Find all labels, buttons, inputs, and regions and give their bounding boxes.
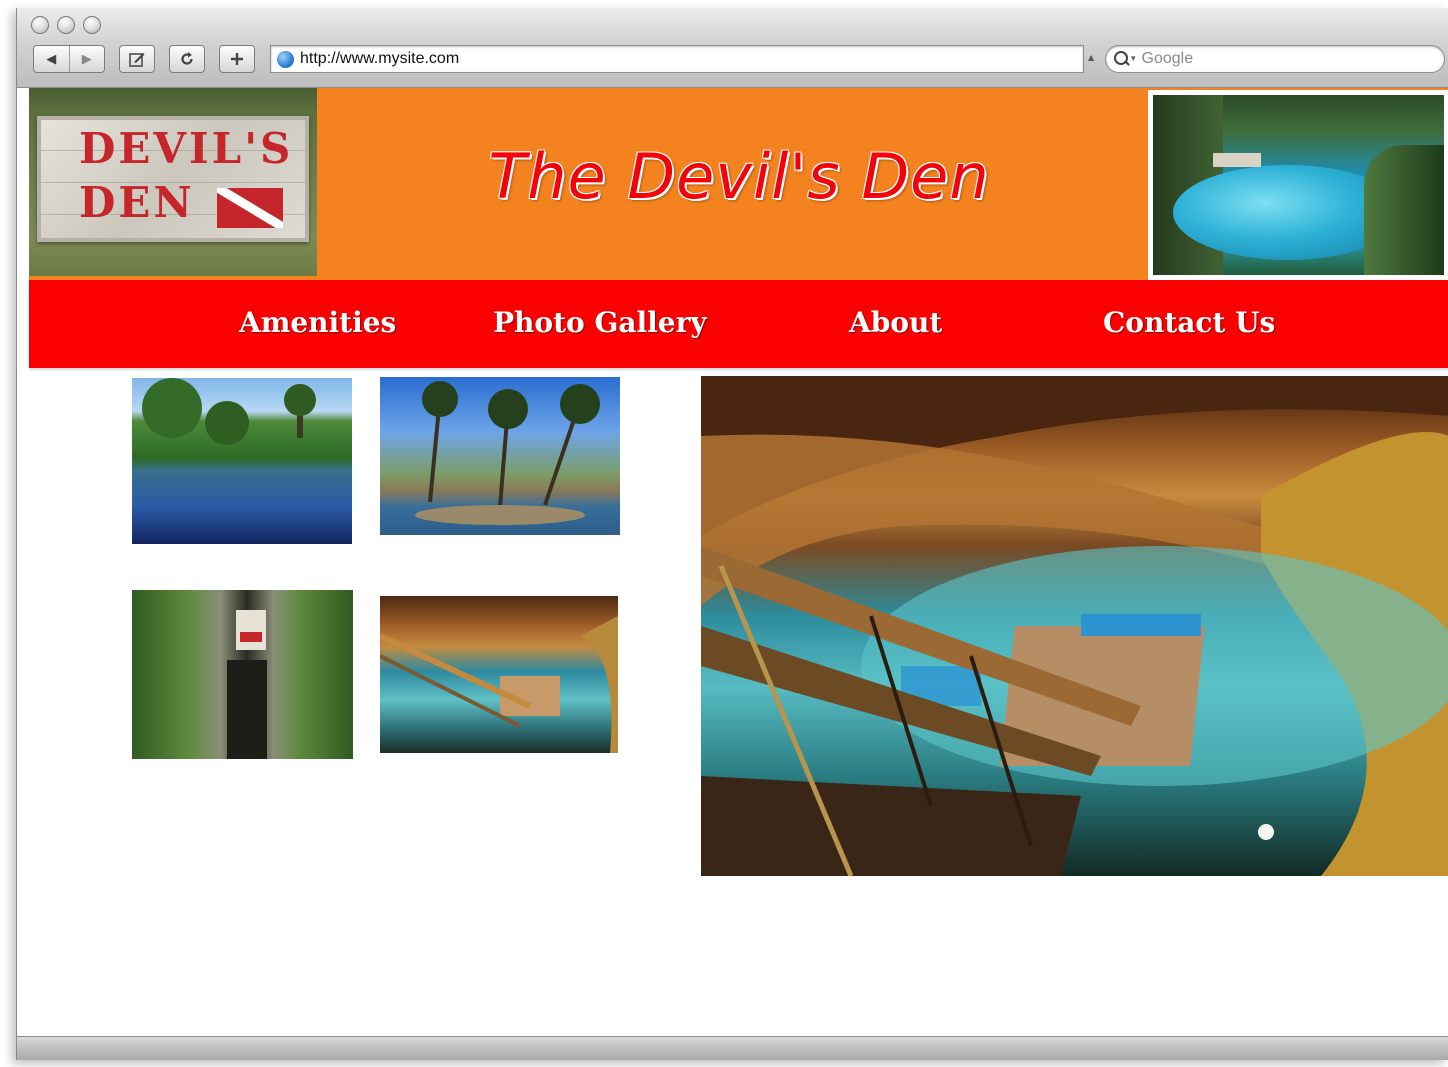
minimize-window-button[interactable] — [57, 16, 75, 34]
edit-icon — [129, 53, 145, 67]
sign-word-den: DEN — [79, 178, 195, 227]
globe-icon — [277, 50, 294, 68]
add-icon — [231, 53, 243, 65]
back-button[interactable]: ◀ — [34, 46, 69, 72]
reload-icon — [181, 52, 193, 65]
address-dropdown-icon[interactable]: ▲ — [1088, 53, 1094, 62]
browser-toolbar: ◀ ▶ http://www.mysite.com ▲ ▾ Google — [17, 8, 1448, 88]
nav-item-about[interactable]: About — [849, 306, 942, 339]
close-window-button[interactable] — [31, 16, 49, 34]
gallery-thumbnail-pond[interactable] — [132, 378, 352, 544]
devils-den-sign-photo: DEVIL'S DEN — [29, 88, 317, 276]
sign-word-devils: DEVIL'S — [79, 124, 294, 173]
zoom-window-button[interactable] — [83, 16, 101, 34]
web-page: DEVIL'S DEN The Devil's Den Amenities Ph… — [29, 88, 1448, 1036]
window-bottom-bar — [17, 1036, 1448, 1060]
back-icon: ◀ — [46, 51, 57, 67]
address-url[interactable]: http://www.mysite.com — [300, 50, 459, 68]
main-navigation: Amenities Photo Gallery About Contact Us — [29, 280, 1448, 368]
edit-bookmark-button[interactable] — [119, 45, 155, 73]
add-bookmark-button[interactable] — [219, 45, 255, 73]
reload-button[interactable] — [169, 45, 205, 73]
browser-window: ◀ ▶ http://www.mysite.com ▲ ▾ Google DEV… — [16, 8, 1448, 1060]
gallery-thumbnail-palm-island[interactable] — [380, 377, 620, 535]
forward-icon: ▶ — [81, 51, 92, 67]
gallery-thumbnail-cave-dock[interactable] — [380, 596, 618, 753]
spring-pool-photo — [1148, 90, 1448, 280]
search-placeholder: Google — [1141, 50, 1194, 67]
sign-board: DEVIL'S DEN — [37, 116, 309, 242]
forward-button[interactable]: ▶ — [68, 46, 105, 72]
nav-item-photo-gallery[interactable]: Photo Gallery — [493, 306, 707, 339]
nav-item-contact-us[interactable]: Contact Us — [1103, 306, 1275, 339]
site-title: The Devil's Den — [488, 140, 990, 213]
nav-item-amenities[interactable]: Amenities — [239, 306, 396, 339]
address-bar[interactable]: http://www.mysite.com — [270, 45, 1084, 73]
search-field[interactable]: ▾ Google — [1105, 45, 1445, 73]
dive-flag-icon — [217, 188, 283, 228]
search-engine-caret-icon[interactable]: ▾ — [1131, 54, 1136, 64]
back-forward-buttons: ◀ ▶ — [33, 45, 105, 73]
gallery-thumbnail-cave-entrance[interactable] — [132, 590, 353, 759]
featured-cave-photo — [701, 376, 1448, 876]
site-header: DEVIL'S DEN The Devil's Den — [29, 88, 1448, 280]
search-icon — [1114, 51, 1130, 67]
